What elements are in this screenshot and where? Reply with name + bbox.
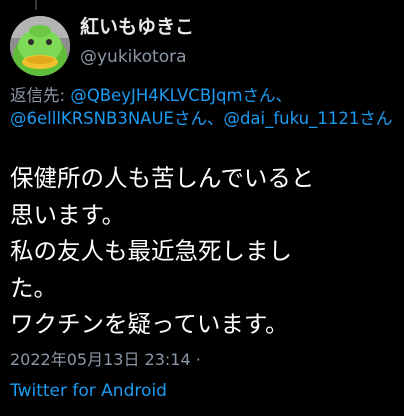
author-display-name[interactable]: 紅いもゆきこ	[80, 14, 194, 40]
tweet-body: 保健所の人も苦しんでいると 思います。私の友人も最近急死しまし た。ワクチンを疑って…	[10, 160, 400, 343]
author-names: 紅いもゆきこ @yukikotora	[80, 14, 194, 71]
tweet-timestamp[interactable]: 2022年05月13日 23:14 ·	[10, 348, 201, 372]
reply-to-prefix: 返信先:	[10, 86, 71, 105]
tweet-header: 紅いもゆきこ @yukikotora	[10, 10, 394, 76]
tweet-body-line: ワクチンを疑っています。	[10, 310, 289, 338]
reply-mention-link[interactable]: @dai_fuku_1121さん	[223, 109, 392, 128]
tweet-body-line: 保健所の人も苦しんでいると	[10, 164, 315, 192]
tweet-body-line: 思います。	[10, 200, 126, 229]
avatar[interactable]	[10, 16, 70, 76]
author-handle[interactable]: @yukikotora	[80, 43, 194, 71]
green-frog-hood-avatar-icon	[10, 16, 70, 76]
reply-mention-link[interactable]: @6elllKRSNB3NAUEさん、	[10, 109, 223, 128]
reply-to-line: 返信先: @QBeyJH4KLVCBJqmさん、 @6elllKRSNB3NAUE…	[10, 84, 396, 130]
tweet-body-line: た。	[10, 273, 57, 302]
reply-mention-link[interactable]: @QBeyJH4KLVCBJqmさん、	[70, 86, 292, 105]
tweet-body-line: 私の友人も最近急死しまし	[10, 237, 292, 265]
thread-connector-line	[35, 0, 37, 10]
tweet-client-link[interactable]: Twitter for Android	[10, 378, 167, 404]
